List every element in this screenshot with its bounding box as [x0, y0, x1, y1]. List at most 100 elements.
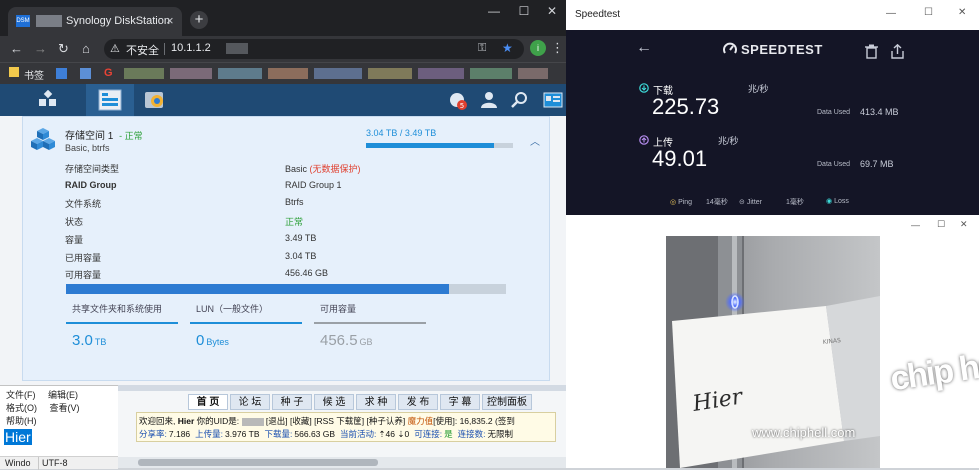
detail-value: RAID Group 1 [285, 180, 342, 190]
omnibox[interactable]: ⚠ 不安全 10.1.1.2 ⚿ ★ [104, 39, 524, 59]
notifications-chat-icon[interactable]: 5 [448, 91, 468, 111]
search-icon[interactable] [511, 91, 529, 109]
forum-horizontal-scrollbar[interactable] [118, 457, 566, 468]
back-arrow-icon[interactable]: ← [636, 39, 652, 57]
detail-label: 已用容量 [65, 252, 102, 263]
forum-tab[interactable]: 字 幕 [440, 394, 480, 410]
menu-edit[interactable]: 编辑(E) [48, 390, 78, 400]
detail-label: 存储空间类型 [65, 164, 120, 174]
trash-icon[interactable] [865, 44, 878, 59]
collapse-chevron-icon[interactable]: ︿ [530, 133, 540, 148]
forum-tab[interactable]: 发 布 [398, 394, 438, 410]
scrollbar-thumb[interactable] [138, 459, 378, 466]
detail-label: 状态 [65, 217, 84, 228]
redacted-block [268, 68, 308, 79]
summary-number: 3.0 [72, 332, 93, 349]
home-icon[interactable]: ⌂ [82, 41, 90, 56]
user-icon[interactable] [480, 91, 498, 109]
bookmark-icon[interactable] [56, 68, 67, 79]
profile-avatar[interactable]: i [530, 40, 546, 56]
key-icon[interactable]: ⚿ [478, 42, 486, 55]
forum-tab[interactable]: 种 子 [272, 394, 312, 410]
summary-label: 可用容量 [320, 304, 357, 314]
pool-usage-bar [366, 143, 513, 148]
status-divider [38, 457, 39, 470]
chrome-window: DSM Synology DiskStation × + — ☐ ✕ ← → ↻… [0, 0, 566, 385]
ping-icon: ◎ [670, 199, 677, 206]
summary-underline [66, 322, 178, 324]
forum-tab[interactable]: 论 坛 [230, 394, 270, 410]
close-window-button[interactable]: ✕ [534, 4, 570, 18]
bookmark-star-icon[interactable]: ★ [502, 41, 513, 55]
ping-value: 14毫秒 [706, 199, 728, 206]
bookmarks-label[interactable]: 书签 [24, 67, 44, 82]
stat-label: 分享率: [139, 429, 167, 439]
ping-label: Ping [678, 199, 693, 206]
stat-label: 上传量: [195, 429, 224, 439]
watermark-text: www.chiphell.com [752, 425, 856, 440]
pool-status: - 正常 [119, 131, 143, 141]
photo-maximize-button[interactable]: ☐ [937, 219, 945, 230]
main-menu-grid-icon[interactable] [38, 90, 58, 110]
address-bar-row: ← → ↻ ⌂ ⚠ 不安全 10.1.1.2 ⚿ ★ i ⋮ [0, 36, 566, 62]
omnibox-divider [164, 43, 165, 55]
status-window: Windo [5, 458, 31, 468]
detail-value-text: 3.49 TB [285, 232, 317, 243]
speedtest-titlebar: Speedtest — ☐ ✕ [566, 0, 979, 30]
menu-kebab-icon[interactable]: ⋮ [551, 40, 564, 56]
stat-label: 可连接: [414, 429, 443, 439]
browser-tab[interactable]: DSM Synology DiskStation × [8, 7, 182, 36]
username-link[interactable]: Hier [178, 416, 195, 426]
menu-format[interactable]: 格式(O) [6, 403, 37, 413]
speedtest-window-title: Speedtest [575, 9, 621, 20]
speedtest-gauge-icon [723, 42, 737, 54]
speedtest-maximize-button[interactable]: ☐ [924, 7, 933, 18]
insecure-label: 不安全 [126, 45, 159, 57]
redacted-block [241, 417, 264, 426]
bookmark-folder-icon [9, 67, 19, 77]
menu-file[interactable]: 文件(F) [6, 390, 36, 400]
reload-icon[interactable]: ↻ [58, 41, 69, 57]
new-tab-button[interactable]: + [190, 11, 208, 29]
loss-icon: ◉ [826, 198, 833, 205]
bookmark-icon[interactable] [80, 68, 91, 79]
detail-value-text: 3.04 TB [285, 250, 317, 261]
menu-help[interactable]: 帮助(H) [6, 414, 37, 427]
menu-view[interactable]: 查看(V) [50, 403, 80, 413]
capacity-bar-fill [66, 284, 450, 294]
upload-unit: 兆/秒 [718, 136, 739, 146]
detail-value-text: Btrfs [285, 197, 304, 208]
detail-value: Btrfs [285, 197, 304, 207]
forum-tab[interactable]: 候 选 [314, 394, 354, 410]
redacted-block [226, 43, 248, 54]
back-arrow-icon[interactable]: ← [10, 41, 23, 56]
forum-tab[interactable]: 首 页 [188, 394, 228, 410]
account-links[interactable]: [退出] [收藏] [RSS 下载筐] [种子认养] [266, 416, 405, 426]
redacted-block [470, 68, 512, 79]
storage-pool-cubes-icon [31, 128, 55, 150]
loss-group: ◉ Loss [826, 197, 849, 205]
forum-tab[interactable]: 控制面板 [482, 394, 532, 410]
upload-icon [639, 135, 649, 145]
photo-minimize-button[interactable]: — [911, 220, 920, 230]
url-text[interactable]: 10.1.1.2 [171, 42, 211, 54]
share-icon[interactable] [891, 44, 904, 59]
widgets-icon[interactable] [543, 92, 563, 108]
dsm-taskbar: 5 [0, 84, 566, 116]
speedtest-close-button[interactable]: ✕ [958, 7, 966, 18]
package-center-taskbar-icon[interactable] [143, 89, 167, 111]
photo-close-button[interactable]: ✕ [960, 219, 968, 230]
forward-arrow-icon[interactable]: → [34, 41, 47, 56]
tab-close-icon[interactable]: × [166, 13, 174, 28]
detail-value: Basic (无数据保护) [285, 162, 361, 175]
download-data-value: 413.4 MB [860, 107, 899, 117]
speedtest-minimize-button[interactable]: — [886, 8, 896, 19]
forum-tab[interactable]: 求 种 [356, 394, 396, 410]
google-g-icon[interactable]: G [104, 67, 113, 79]
notepad-selected-text[interactable]: Hier [4, 429, 32, 445]
redacted-block [218, 68, 262, 79]
detail-value: 正常 [285, 215, 303, 228]
stat-label: 下载量: [264, 429, 293, 439]
storage-manager-taskbar-icon[interactable] [98, 89, 122, 111]
summary-number: 0 [196, 332, 205, 349]
